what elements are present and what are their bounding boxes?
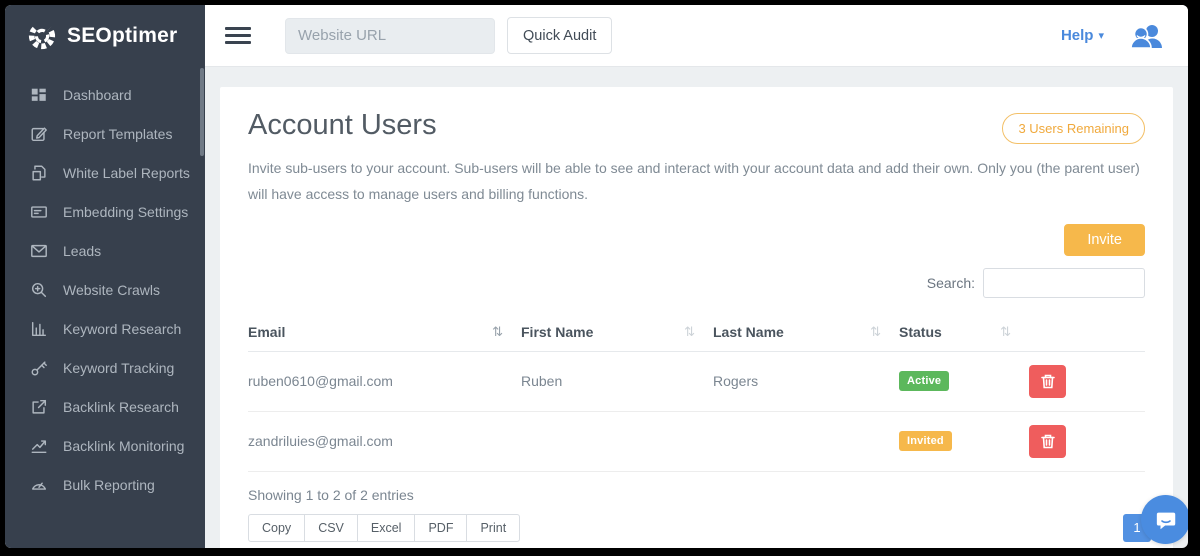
sidebar: SEOptimer Dashboard Report Templates	[5, 5, 205, 548]
sidebar-item-dashboard[interactable]: Dashboard	[5, 75, 205, 114]
website-url-input[interactable]	[285, 18, 495, 54]
sidebar-item-keyword-tracking[interactable]: Keyword Tracking	[5, 348, 205, 387]
dashboard-icon	[29, 85, 48, 104]
chat-icon	[1154, 508, 1178, 532]
page-description: Invite sub-users to your account. Sub-us…	[248, 156, 1145, 208]
account-users-card: Account Users 3 Users Remaining Invite s…	[220, 87, 1173, 548]
sidebar-item-label: Keyword Research	[63, 321, 181, 337]
sidebar-scrollbar[interactable]	[200, 68, 204, 156]
quick-audit-button[interactable]: Quick Audit	[507, 17, 612, 54]
column-header-last-name[interactable]: Last Name⇅	[713, 314, 899, 352]
invite-button[interactable]: Invite	[1064, 224, 1145, 256]
sidebar-item-backlink-research[interactable]: Backlink Research	[5, 387, 205, 426]
brand-name: SEOptimer	[67, 24, 177, 48]
sidebar-item-label: Embedding Settings	[63, 204, 188, 220]
sidebar-item-label: White Label Reports	[63, 165, 190, 181]
sidebar-item-keyword-research[interactable]: Keyword Research	[5, 309, 205, 348]
chat-launcher-button[interactable]	[1141, 495, 1188, 544]
leads-icon	[29, 241, 48, 260]
embedding-settings-icon	[29, 202, 48, 221]
caret-down-icon: ▾	[1098, 29, 1104, 42]
sidebar-item-label: Website Crawls	[63, 282, 160, 298]
table-row: zandriluies@gmail.com Invited	[248, 411, 1145, 471]
help-menu[interactable]: Help ▾	[1061, 27, 1104, 44]
export-copy-button[interactable]: Copy	[248, 514, 305, 542]
page-title: Account Users	[248, 109, 437, 142]
sidebar-item-label: Bulk Reporting	[63, 477, 155, 493]
white-label-reports-icon	[29, 163, 48, 182]
sort-icon[interactable]: ⇅	[870, 324, 881, 340]
report-templates-icon	[29, 124, 48, 143]
help-label: Help	[1061, 27, 1094, 44]
export-print-button[interactable]: Print	[466, 514, 520, 542]
cell-first-name: Ruben	[521, 351, 713, 411]
users-table: Email⇅ First Name⇅ Last Name⇅ Status⇅	[248, 314, 1145, 472]
main-content: Account Users 3 Users Remaining Invite s…	[205, 67, 1188, 548]
sidebar-item-bulk-reporting[interactable]: Bulk Reporting	[5, 465, 205, 504]
sort-icon[interactable]: ⇅	[1000, 324, 1011, 340]
trash-icon	[1041, 374, 1055, 389]
hamburger-icon[interactable]	[225, 27, 251, 44]
cell-email: ruben0610@gmail.com	[248, 351, 521, 411]
export-pdf-button[interactable]: PDF	[414, 514, 467, 542]
column-header-actions	[1029, 314, 1145, 352]
sidebar-item-label: Backlink Monitoring	[63, 438, 184, 454]
brand-logo[interactable]: SEOptimer	[5, 5, 205, 65]
sidebar-item-label: Report Templates	[63, 126, 172, 142]
cell-last-name: Rogers	[713, 351, 899, 411]
gear-claw-icon	[27, 21, 57, 51]
cell-last-name	[713, 411, 899, 471]
cell-email: zandriluies@gmail.com	[248, 411, 521, 471]
status-badge: Active	[899, 371, 949, 391]
trash-icon	[1041, 434, 1055, 449]
app-window: SEOptimer Dashboard Report Templates	[5, 5, 1188, 548]
sort-icon[interactable]: ⇅	[684, 324, 695, 340]
export-csv-button[interactable]: CSV	[304, 514, 358, 542]
keyword-research-icon	[29, 319, 48, 338]
sidebar-item-label: Keyword Tracking	[63, 360, 174, 376]
export-excel-button[interactable]: Excel	[357, 514, 416, 542]
sidebar-item-embedding-settings[interactable]: Embedding Settings	[5, 192, 205, 231]
sidebar-item-label: Backlink Research	[63, 399, 179, 415]
users-icon	[1130, 23, 1164, 49]
keyword-tracking-icon	[29, 358, 48, 377]
table-row: ruben0610@gmail.com Ruben Rogers Active	[248, 351, 1145, 411]
column-header-email[interactable]: Email⇅	[248, 314, 521, 352]
website-crawls-icon	[29, 280, 48, 299]
users-remaining-badge: 3 Users Remaining	[1002, 113, 1145, 144]
sort-icon[interactable]: ⇅	[492, 324, 503, 340]
search-label: Search:	[927, 275, 975, 291]
table-header-row: Email⇅ First Name⇅ Last Name⇅ Status⇅	[248, 314, 1145, 352]
table-summary: Showing 1 to 2 of 2 entries	[248, 487, 1145, 503]
delete-user-button[interactable]	[1029, 425, 1066, 458]
column-header-first-name[interactable]: First Name⇅	[521, 314, 713, 352]
sidebar-item-report-templates[interactable]: Report Templates	[5, 114, 205, 153]
sidebar-item-website-crawls[interactable]: Website Crawls	[5, 270, 205, 309]
column-header-status[interactable]: Status⇅	[899, 314, 1029, 352]
backlink-research-icon	[29, 397, 48, 416]
export-button-group: Copy CSV Excel PDF Print	[248, 514, 520, 542]
cell-first-name	[521, 411, 713, 471]
status-badge: Invited	[899, 431, 952, 451]
sidebar-item-label: Dashboard	[63, 87, 132, 103]
sidebar-item-backlink-monitoring[interactable]: Backlink Monitoring	[5, 426, 205, 465]
sidebar-item-leads[interactable]: Leads	[5, 231, 205, 270]
topbar: Quick Audit Help ▾	[205, 5, 1188, 67]
sidebar-item-white-label-reports[interactable]: White Label Reports	[5, 153, 205, 192]
sidebar-nav: Dashboard Report Templates White Label R…	[5, 75, 205, 504]
delete-user-button[interactable]	[1029, 365, 1066, 398]
bulk-reporting-icon	[29, 475, 48, 494]
sidebar-item-label: Leads	[63, 243, 101, 259]
search-input[interactable]	[983, 268, 1145, 298]
backlink-monitoring-icon	[29, 436, 48, 455]
account-users-button[interactable]	[1130, 23, 1164, 49]
